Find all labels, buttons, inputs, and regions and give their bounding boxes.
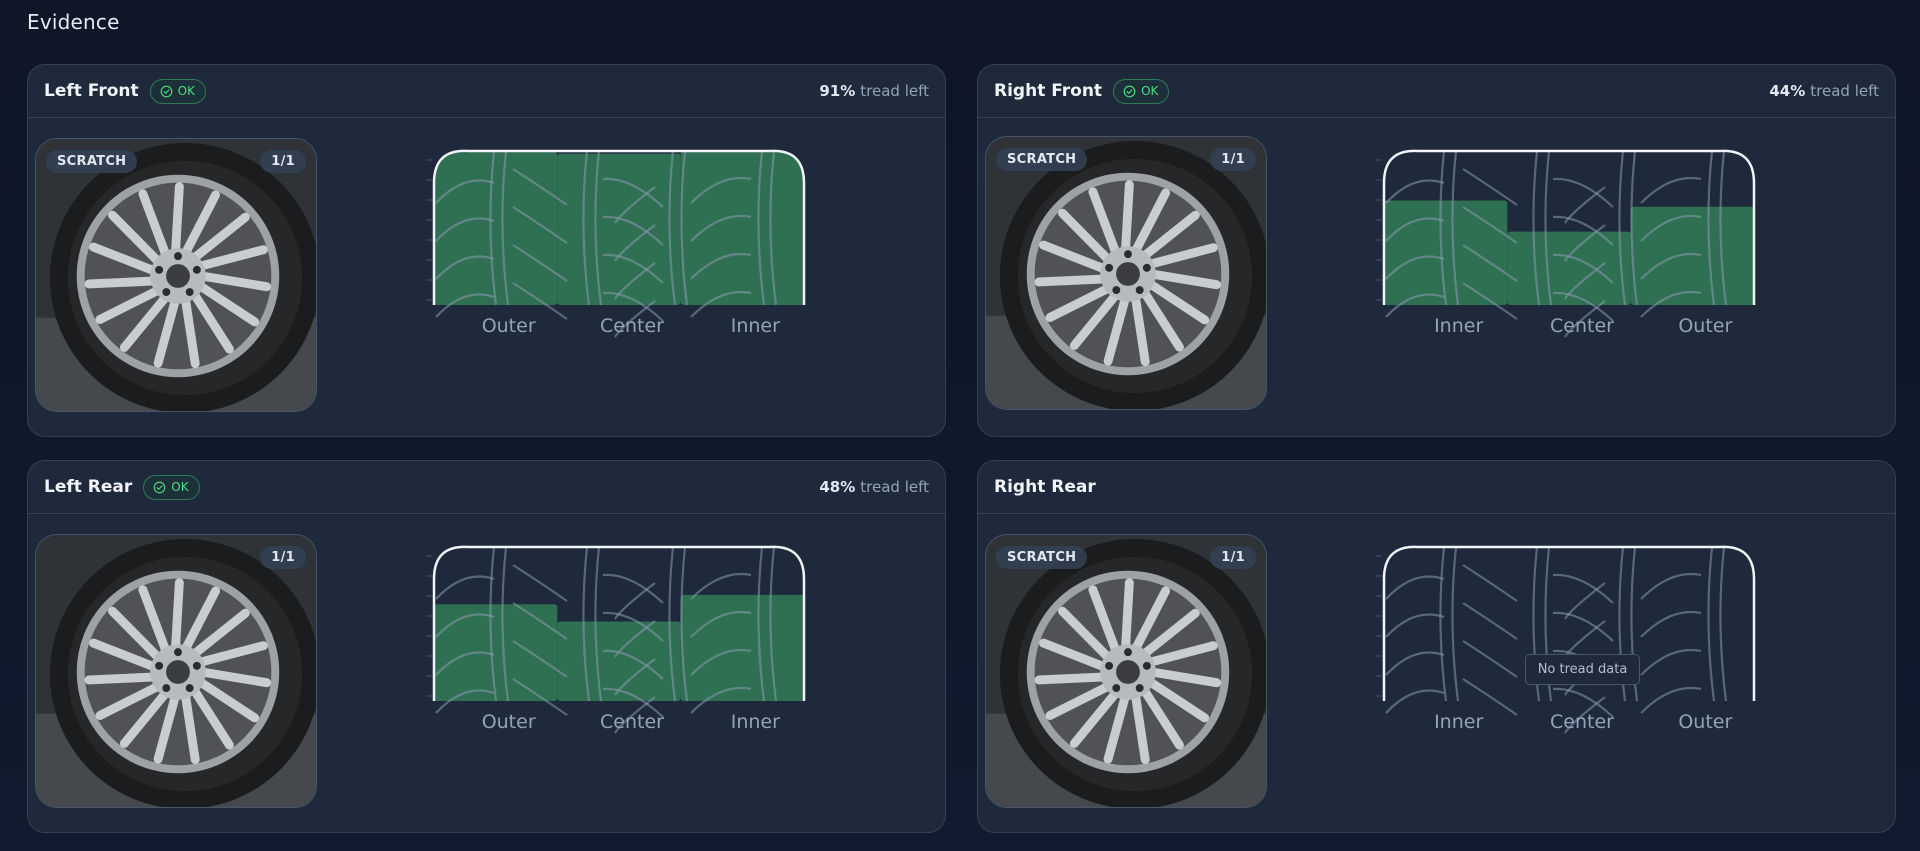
tread-sipe [1462,602,1518,640]
tread-left-summary: 44% tread left [1769,82,1879,100]
card-title: Right Front [994,81,1103,101]
tread-sipe [1385,613,1445,638]
tread-sipe [512,564,568,602]
tire-photo-image [986,137,1266,409]
card-title: Left Front [44,81,139,101]
tread-left-percent: 44% [1769,82,1806,100]
tread-sipe [1385,651,1445,676]
tread-depth-chart: Outer Center Inner [426,149,806,338]
card-header: Left Rear OK 48% tread left [28,461,945,514]
tread-depth-chart: Outer Center Inner [426,545,806,734]
tire-card-right-rear: Right Rear SCRATCH 1/1 Inner Center Outer [977,460,1896,833]
tread-sipe [1552,573,1614,604]
check-circle-icon [160,85,172,97]
tread-sipe [1385,575,1445,600]
card-title: Right Rear [994,477,1096,497]
source-badge: SCRATCH [46,150,138,173]
source-badge: SCRATCH [996,148,1088,171]
tread-left-percent: 48% [819,478,856,496]
tread-zone-label: Inner [731,315,780,337]
tread-zone-label: Outer [1678,315,1732,337]
photo-counter[interactable]: 1/1 [1210,148,1256,171]
photo-counter[interactable]: 1/1 [1210,546,1256,569]
photo-counter[interactable]: 1/1 [260,546,306,569]
tire-photo[interactable]: SCRATCH 1/1 [985,534,1267,808]
tread-left-percent: 91% [819,82,856,100]
tread-sipe [1640,649,1702,676]
card-title: Left Rear [44,477,133,497]
tread-zone-label: Outer [1678,711,1732,733]
tread-zone-label: Center [1550,315,1614,337]
tread-sipe [602,573,664,604]
check-circle-icon [153,481,166,493]
tread-sipe [1564,582,1606,620]
tread-left-label: tread left [860,478,929,496]
status-badge: OK [149,78,206,104]
tread-zone-label: Center [1550,711,1614,733]
no-tread-data-tooltip: No tread data [1525,654,1640,685]
tread-zone-label: Outer [482,315,536,337]
tire-card-right-front: Right Front OK 44% tread left SCRATCH 1/1… [977,64,1896,437]
tread-sipe [1462,678,1518,716]
status-badge: OK [143,474,200,500]
tread-sipe [1640,177,1702,204]
tread-zone-bar [680,594,804,701]
tread-zone-label: Center [600,315,664,337]
tread-pattern [1385,546,1728,734]
tread-zone-label: Center [600,711,664,733]
tread-depth-chart: Inner Center Outer [1376,149,1756,338]
source-badge: SCRATCH [996,546,1088,569]
tread-sipe [1462,168,1518,206]
tread-zone-bar [1630,206,1754,305]
tread-groove [1451,546,1460,702]
status-label: OK [177,84,195,98]
tread-sipe [1385,689,1445,714]
tread-groove [1439,546,1448,702]
tread-left-summary: 91% tread left [819,82,929,100]
tire-photo-image [986,535,1266,807]
tread-sipe [1640,687,1702,714]
tread-groove [1719,546,1728,702]
tread-sipe [1564,186,1606,224]
tire-photo-image [36,139,316,411]
tread-sipe [1564,620,1606,658]
tread-sipe [1640,573,1702,600]
tire-card-left-front: Left Front OK 91% tread left SCRATCH 1/1 … [27,64,946,437]
card-header: Right Rear [978,461,1895,514]
status-label: OK [171,480,189,494]
tread-zone-label: Inner [731,711,780,733]
tread-sipe [1552,611,1614,642]
status-badge: OK [1113,78,1170,104]
tread-zone-label: Outer [482,711,536,733]
tire-photo[interactable]: SCRATCH 1/1 [985,136,1267,410]
page-title: Evidence [27,10,120,34]
tread-sipe [1640,611,1702,638]
tread-zone-bar [680,150,804,306]
tread-groove [1707,546,1716,702]
tread-sipe [435,575,495,600]
tread-sipe [1385,179,1445,204]
tire-card-left-rear: Left Rear OK 48% tread left 1/1 Outer Cent… [27,460,946,833]
tread-left-summary: 48% tread left [819,478,929,496]
tread-left-label: tread left [860,82,929,100]
photo-counter[interactable]: 1/1 [260,150,306,173]
tread-zone-bar [1384,200,1508,305]
card-header: Left Front OK 91% tread left [28,65,945,118]
status-label: OK [1141,84,1159,98]
check-circle-icon [1123,85,1136,97]
tread-sipe [1462,564,1518,602]
tread-left-label: tread left [1810,82,1879,100]
tread-zone-bar [434,152,558,305]
tread-zone-label: Inner [1434,711,1483,733]
tire-photo[interactable]: 1/1 [35,534,317,808]
tire-photo[interactable]: SCRATCH 1/1 [35,138,317,412]
tread-sipe [614,582,656,620]
card-header: Right Front OK 44% tread left [978,65,1895,118]
tread-zone-label: Inner [1434,315,1483,337]
tread-sipe [1552,177,1614,208]
tread-sipe [1462,640,1518,678]
tire-photo-image [36,535,316,807]
